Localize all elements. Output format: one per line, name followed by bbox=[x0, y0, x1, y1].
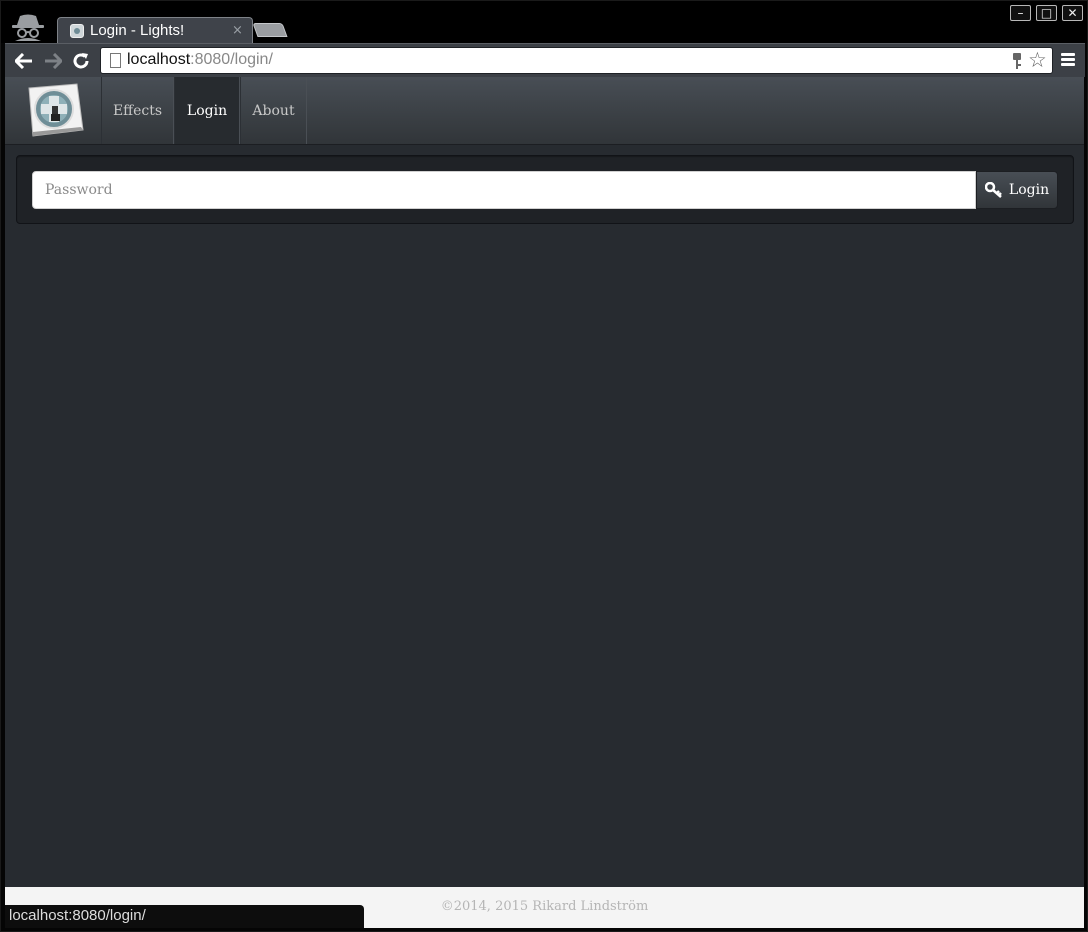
key-icon bbox=[984, 182, 1002, 198]
browser-window: Login - Lights! × – □ ✕ localhost:8080/l… bbox=[0, 0, 1088, 932]
login-form: Login bbox=[16, 155, 1074, 224]
incognito-icon bbox=[12, 14, 44, 41]
nav-item-login[interactable]: Login bbox=[174, 77, 240, 144]
browser-toolbar: localhost:8080/login/ ☆ bbox=[5, 43, 1085, 77]
site-navbar: Effects Login About bbox=[5, 77, 1084, 145]
new-tab-button[interactable] bbox=[252, 23, 288, 37]
favicon-icon bbox=[70, 23, 84, 38]
bookmark-star-icon[interactable]: ☆ bbox=[1028, 48, 1047, 72]
nav-item-about[interactable]: About bbox=[240, 77, 307, 144]
tab-title: Login - Lights! bbox=[90, 22, 185, 39]
status-bubble: localhost:8080/login/ bbox=[5, 905, 364, 928]
browser-tab-active[interactable]: Login - Lights! × bbox=[57, 17, 253, 45]
login-button[interactable]: Login bbox=[976, 171, 1058, 209]
minimize-button[interactable]: – bbox=[1010, 5, 1031, 21]
page-content: Effects Login About Login bbox=[5, 77, 1084, 887]
back-arrow-icon bbox=[15, 53, 32, 69]
tab-close-icon[interactable]: × bbox=[232, 23, 243, 38]
password-input[interactable] bbox=[32, 171, 976, 209]
close-window-button[interactable]: ✕ bbox=[1062, 5, 1083, 21]
title-bar: Login - Lights! × – □ ✕ bbox=[1, 1, 1087, 45]
maximize-button[interactable]: □ bbox=[1036, 5, 1057, 21]
login-button-label: Login bbox=[1008, 182, 1050, 198]
reload-button[interactable] bbox=[70, 50, 92, 72]
page-icon bbox=[110, 53, 121, 68]
back-button[interactable] bbox=[13, 50, 35, 72]
reload-icon bbox=[73, 53, 89, 69]
forward-arrow-icon bbox=[45, 53, 62, 69]
address-url: localhost:8080/login/ bbox=[127, 51, 273, 68]
chrome-menu-icon[interactable] bbox=[1061, 53, 1075, 67]
password-key-icon[interactable] bbox=[1010, 52, 1024, 70]
nav-item-effects[interactable]: Effects bbox=[101, 77, 174, 144]
forward-button[interactable] bbox=[42, 50, 64, 72]
address-bar[interactable]: localhost:8080/login/ ☆ bbox=[100, 47, 1053, 74]
lights-logo-icon[interactable] bbox=[23, 82, 85, 138]
